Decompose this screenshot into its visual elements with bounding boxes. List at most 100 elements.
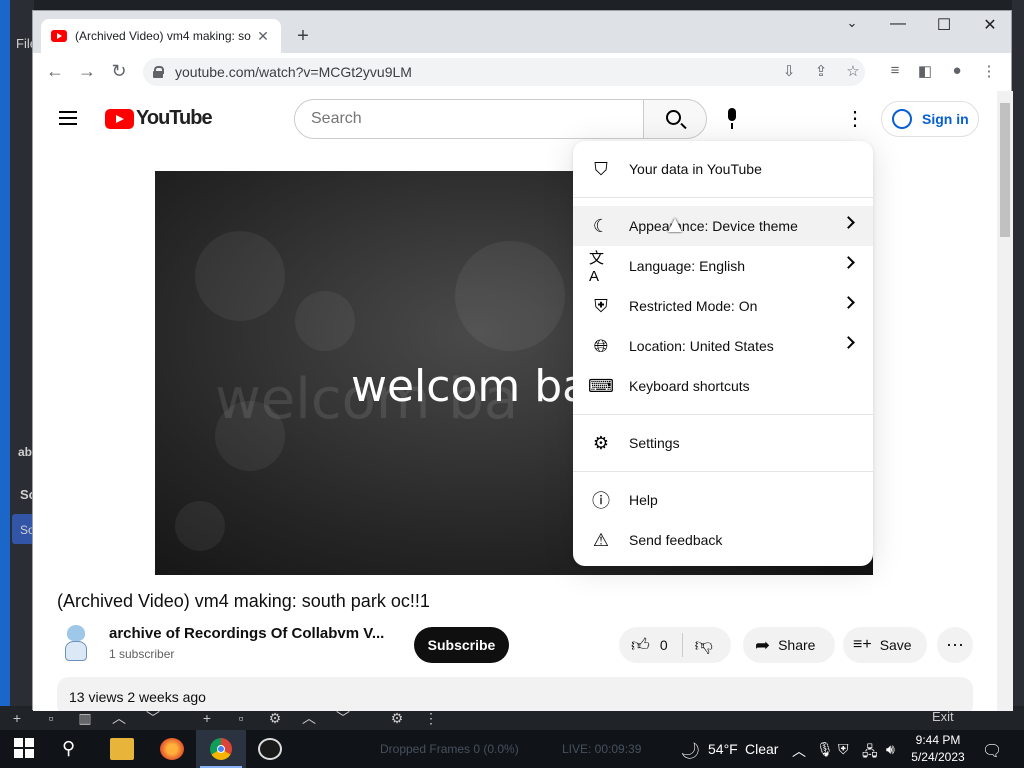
save-playlist-icon: ≡+ bbox=[853, 636, 872, 653]
menu-item-appearance[interactable]: ☾ Appearance: Device theme bbox=[573, 206, 873, 246]
tray-chevron-up-icon[interactable]: ︿ bbox=[792, 741, 806, 761]
channel-avatar[interactable] bbox=[59, 623, 93, 663]
profile-avatar-icon[interactable]: ● bbox=[947, 62, 967, 79]
like-thumb-icon[interactable]: 👍︎ bbox=[631, 634, 650, 656]
notifications-icon[interactable]: 🗨︎ bbox=[982, 741, 1002, 761]
bg-more-icon[interactable]: ⋮ bbox=[414, 710, 448, 727]
menu-item-keyboard-shortcuts[interactable]: ⌨ Keyboard shortcuts bbox=[573, 366, 873, 406]
save-button[interactable]: ≡+ Save bbox=[843, 627, 927, 663]
share-label: Share bbox=[778, 637, 816, 653]
menu-item-settings[interactable]: ⚙ Settings bbox=[573, 423, 873, 463]
forward-arrow-icon[interactable]: → bbox=[75, 61, 99, 82]
menu-item-help[interactable]: ⓘ Help bbox=[573, 480, 873, 520]
menu-label-settings: Settings bbox=[629, 435, 680, 451]
bg-add-icon[interactable]: + bbox=[0, 710, 34, 726]
video-title: (Archived Video) vm4 making: south park … bbox=[57, 591, 430, 611]
scrollbar-thumb[interactable] bbox=[1000, 103, 1010, 237]
menu-item-language[interactable]: 文A Language: English bbox=[573, 246, 873, 286]
menu-item-your-data[interactable]: ⛉ Your data in YouTube bbox=[573, 149, 873, 189]
channel-name[interactable]: archive of Recordings Of Collabvm V... bbox=[109, 625, 389, 642]
globe-icon: 🌐︎ bbox=[593, 335, 609, 356]
bg-down-icon[interactable]: ﹀ bbox=[136, 708, 170, 728]
reading-list-icon[interactable]: ≡ bbox=[885, 62, 905, 79]
menu-divider bbox=[573, 197, 873, 198]
close-window-button[interactable]: ✕ bbox=[967, 15, 1013, 35]
bg-down-icon-2[interactable]: ﹀ bbox=[326, 708, 360, 728]
system-clock[interactable]: 9:44 PM 5/24/2023 bbox=[908, 732, 968, 766]
menu-divider bbox=[573, 414, 873, 415]
reload-icon[interactable]: ↻ bbox=[107, 61, 131, 82]
browser-toolbar: ← → ↻ youtube.com/watch?v=MCGt2yvu9LM ⇩ … bbox=[33, 53, 1011, 91]
menu-label-restricted: Restricted Mode: On bbox=[629, 298, 758, 314]
clock-date: 5/24/2023 bbox=[911, 750, 965, 764]
firefox-icon[interactable] bbox=[160, 738, 184, 760]
bg-up-icon[interactable]: ︿ bbox=[102, 708, 136, 728]
account-icon bbox=[892, 109, 912, 129]
video-overlay-text: welcom ba bbox=[351, 361, 590, 412]
file-explorer-icon[interactable] bbox=[110, 738, 134, 760]
bg-gear-icon-2[interactable]: ⚙ bbox=[380, 710, 414, 727]
views-meta: 13 views 2 weeks ago bbox=[69, 689, 206, 705]
network-tray-icon[interactable]: 🖧 bbox=[862, 741, 878, 765]
side-panel-icon[interactable]: ◧ bbox=[915, 62, 935, 80]
bg-filter-icon[interactable]: ▥ bbox=[68, 710, 102, 727]
keyboard-icon: ⌨ bbox=[588, 375, 614, 396]
bg-delete-icon-2[interactable]: ▫ bbox=[224, 710, 258, 726]
new-tab-button[interactable]: + bbox=[291, 25, 315, 48]
like-count[interactable]: 0 bbox=[660, 637, 668, 653]
tab-close-icon[interactable]: ✕ bbox=[255, 28, 271, 45]
bg-gear-icon[interactable]: ⚙ bbox=[258, 710, 292, 727]
search-input[interactable] bbox=[294, 99, 644, 139]
youtube-logo[interactable]: YouTube bbox=[105, 107, 213, 130]
microphone-tray-icon[interactable]: 🎙︎ bbox=[816, 741, 834, 758]
microphone-icon[interactable] bbox=[725, 108, 739, 130]
back-arrow-icon[interactable]: ← bbox=[43, 61, 67, 82]
minimize-button[interactable]: — bbox=[875, 15, 921, 33]
description-box[interactable]: 13 views 2 weeks ago bbox=[57, 677, 973, 711]
security-tray-icon[interactable]: ⛨ bbox=[838, 741, 849, 758]
bg-exit-button[interactable]: Exit bbox=[932, 709, 954, 724]
hamburger-menu-icon[interactable] bbox=[59, 111, 77, 125]
bookmark-star-icon[interactable]: ☆ bbox=[843, 62, 863, 80]
settings-kebab-icon[interactable]: ⋮ bbox=[845, 109, 865, 129]
dislike-thumb-icon[interactable]: 👎︎ bbox=[695, 634, 713, 656]
subscribe-button[interactable]: Subscribe bbox=[414, 627, 509, 663]
volume-tray-icon[interactable]: 🔊︎ bbox=[886, 741, 895, 758]
address-bar[interactable]: youtube.com/watch?v=MCGt2yvu9LM bbox=[143, 58, 865, 86]
chrome-taskbar-button[interactable] bbox=[196, 730, 246, 768]
more-actions-icon[interactable]: ⋯ bbox=[937, 627, 973, 663]
search-button[interactable] bbox=[643, 99, 707, 139]
share-page-icon[interactable]: ⇪ bbox=[811, 62, 831, 80]
maximize-button[interactable]: ☐ bbox=[921, 15, 967, 35]
sign-in-button[interactable]: Sign in bbox=[881, 101, 979, 137]
menu-item-location[interactable]: 🌐︎ Location: United States bbox=[573, 326, 873, 366]
tab-youtube[interactable]: (Archived Video) vm4 making: so ✕ bbox=[41, 19, 281, 53]
help-icon: ⓘ bbox=[592, 491, 610, 511]
weather-temp[interactable]: 54°F bbox=[708, 741, 738, 757]
share-button[interactable]: ➦ Share bbox=[743, 627, 835, 663]
page-scrollbar[interactable] bbox=[997, 91, 1013, 711]
bg-up-icon-2[interactable]: ︿ bbox=[292, 708, 326, 728]
chevron-right-icon bbox=[842, 216, 855, 229]
save-label: Save bbox=[879, 637, 912, 653]
bg-add-icon-2[interactable]: + bbox=[190, 710, 224, 726]
menu-divider bbox=[573, 471, 873, 472]
menu-label-your-data: Your data in YouTube bbox=[629, 161, 762, 177]
chrome-menu-icon[interactable]: ⋮ bbox=[979, 62, 999, 80]
lock-icon[interactable] bbox=[153, 66, 164, 78]
tab-search-icon[interactable]: ⌄ bbox=[829, 15, 875, 31]
tab-strip: (Archived Video) vm4 making: so ✕ + ⌄ — … bbox=[33, 11, 1011, 53]
menu-label-help: Help bbox=[629, 492, 658, 508]
menu-item-send-feedback[interactable]: ⚠ Send feedback bbox=[573, 520, 873, 560]
menu-item-restricted-mode[interactable]: ⛨ Restricted Mode: On bbox=[573, 286, 873, 326]
weather-desc[interactable]: Clear bbox=[745, 741, 778, 757]
install-app-icon[interactable]: ⇩ bbox=[779, 62, 799, 80]
bokeh-light bbox=[295, 291, 355, 351]
chevron-right-icon bbox=[842, 336, 855, 349]
windows-start-icon[interactable] bbox=[14, 738, 38, 760]
moon-weather-icon[interactable]: 🌙︎ bbox=[680, 741, 700, 761]
bg-delete-icon[interactable]: ▫ bbox=[34, 710, 68, 726]
obs-icon[interactable] bbox=[258, 738, 282, 760]
share-arrow-icon: ➦ bbox=[755, 634, 771, 655]
taskbar-search-icon[interactable]: ⚲ bbox=[62, 738, 86, 760]
